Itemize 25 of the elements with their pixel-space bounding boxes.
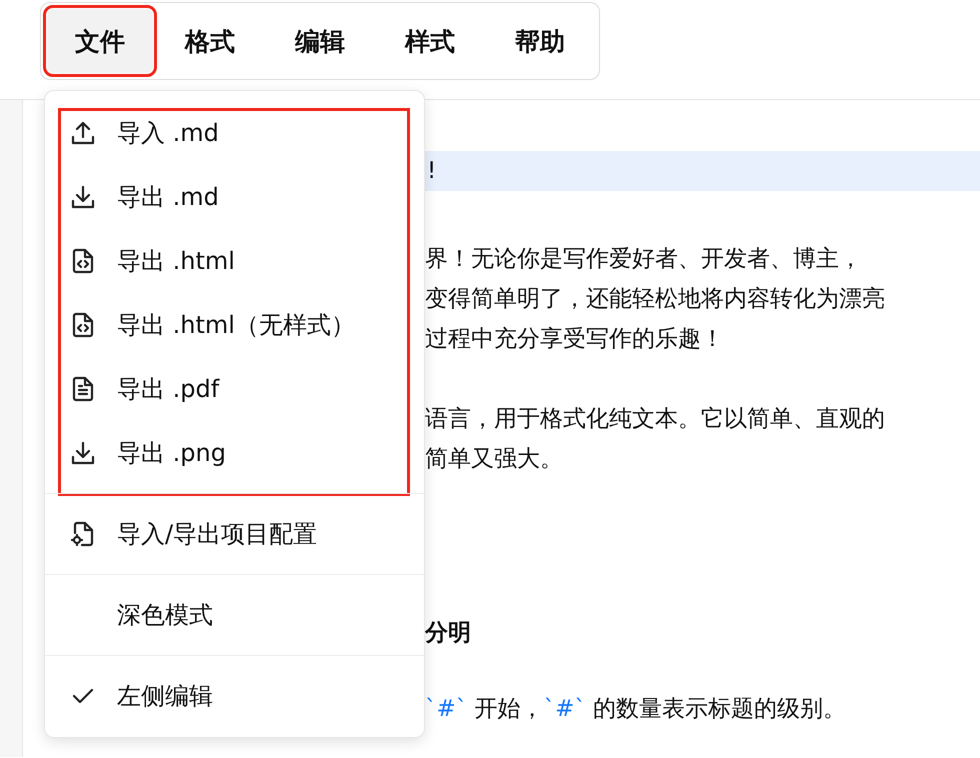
- menu-item[interactable]: 导出 .html: [45, 229, 424, 293]
- menu-item[interactable]: 导出 .html（无样式）: [45, 293, 424, 357]
- download-icon: [69, 439, 97, 467]
- menu-tab[interactable]: 编辑: [267, 9, 373, 73]
- paragraph-line: 界！无论你是写作爱好者、开发者、博主，: [425, 245, 863, 274]
- highlighted-line: !: [427, 157, 438, 186]
- menu-item[interactable]: 导出 .md: [45, 165, 424, 229]
- menu-item[interactable]: 导入 .md: [45, 101, 424, 165]
- paragraph-line: 变得简单明了，还能轻松地将内容转化为漂亮: [425, 285, 886, 314]
- download-icon: [69, 183, 97, 211]
- menu-tab[interactable]: 帮助: [487, 9, 593, 73]
- menu-item[interactable]: 导出 .png: [45, 421, 424, 485]
- menu-item[interactable]: 导出 .pdf: [45, 357, 424, 421]
- heading: 分明: [425, 619, 472, 648]
- menu-tab[interactable]: 格式: [157, 9, 263, 73]
- paragraph-line: 简单又强大。: [425, 445, 564, 474]
- menu-tab[interactable]: 样式: [377, 9, 483, 73]
- menu-tab[interactable]: 文件: [47, 9, 153, 73]
- upload-icon: [69, 119, 97, 147]
- menu-item[interactable]: 左侧编辑: [45, 664, 424, 728]
- paragraph-line: `#` 开始，`#` 的数量表示标题的级别。: [425, 695, 848, 724]
- menu-item[interactable]: 导入/导出项目配置: [45, 502, 424, 566]
- paragraph-line: 语言，用于格式化纯文本。它以简单、直观的: [425, 405, 886, 434]
- menu-item[interactable]: 深色模式: [45, 583, 424, 647]
- paragraph-line: 过程中充分享受写作的乐趣！: [425, 325, 725, 354]
